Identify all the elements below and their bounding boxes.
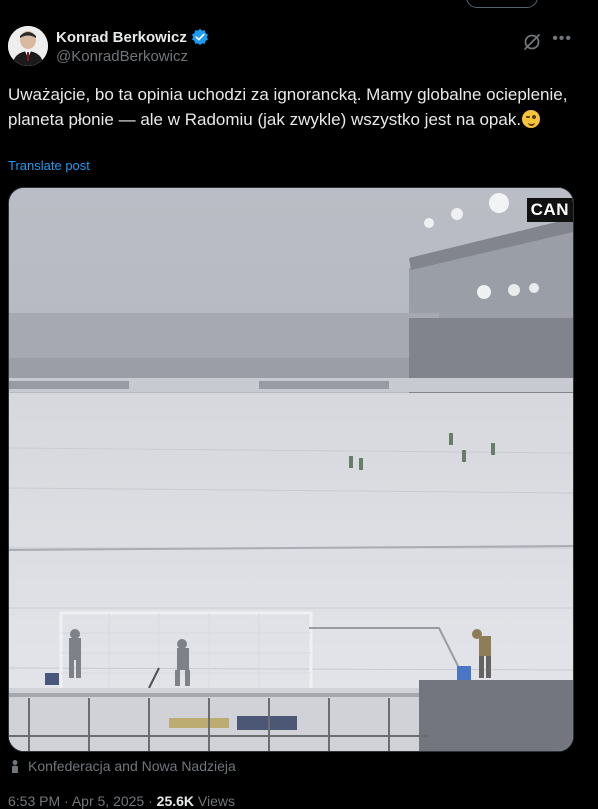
top-pill-button[interactable] xyxy=(466,0,538,8)
broadcaster-logo: CAN xyxy=(526,198,573,222)
verified-badge-icon[interactable] xyxy=(191,28,209,46)
meta-separator-2: · xyxy=(148,793,153,809)
post-time[interactable]: 6:53 PM xyxy=(8,793,60,809)
post-text: Uważajcie, bo ta opinia uchodzi za ignor… xyxy=(8,82,578,132)
more-icon[interactable]: ••• xyxy=(552,30,572,48)
avatar[interactable] xyxy=(8,26,48,66)
post-header: Konrad Berkowicz @KonradBerkowicz ••• xyxy=(8,26,590,70)
snow-stadium-image xyxy=(9,188,573,751)
meta-separator: · xyxy=(64,793,69,809)
name-row: Konrad Berkowicz xyxy=(56,28,209,46)
translate-post-link[interactable]: Translate post xyxy=(8,158,90,173)
author-name[interactable]: Konrad Berkowicz xyxy=(56,29,187,46)
context-label[interactable]: Konfederacja and Nowa Nadzieja xyxy=(8,758,236,774)
post-body: Uważajcie, bo ta opinia uchodzi za ignor… xyxy=(8,85,568,129)
post-image[interactable]: CAN xyxy=(8,187,574,752)
person-icon xyxy=(12,760,18,773)
post-date[interactable]: Apr 5, 2025 xyxy=(72,793,144,809)
author-handle[interactable]: @KonradBerkowicz xyxy=(56,48,188,65)
winking-face-icon xyxy=(522,110,541,128)
views-label: Views xyxy=(197,793,236,809)
views-count[interactable]: 25.6K xyxy=(157,793,194,809)
post-meta: 6:53 PM · Apr 5, 2025 · 25.6K Views xyxy=(8,793,235,809)
context-text: Konfederacja and Nowa Nadzieja xyxy=(28,758,236,774)
avatar-photo xyxy=(8,26,48,66)
grok-icon[interactable] xyxy=(522,32,542,52)
